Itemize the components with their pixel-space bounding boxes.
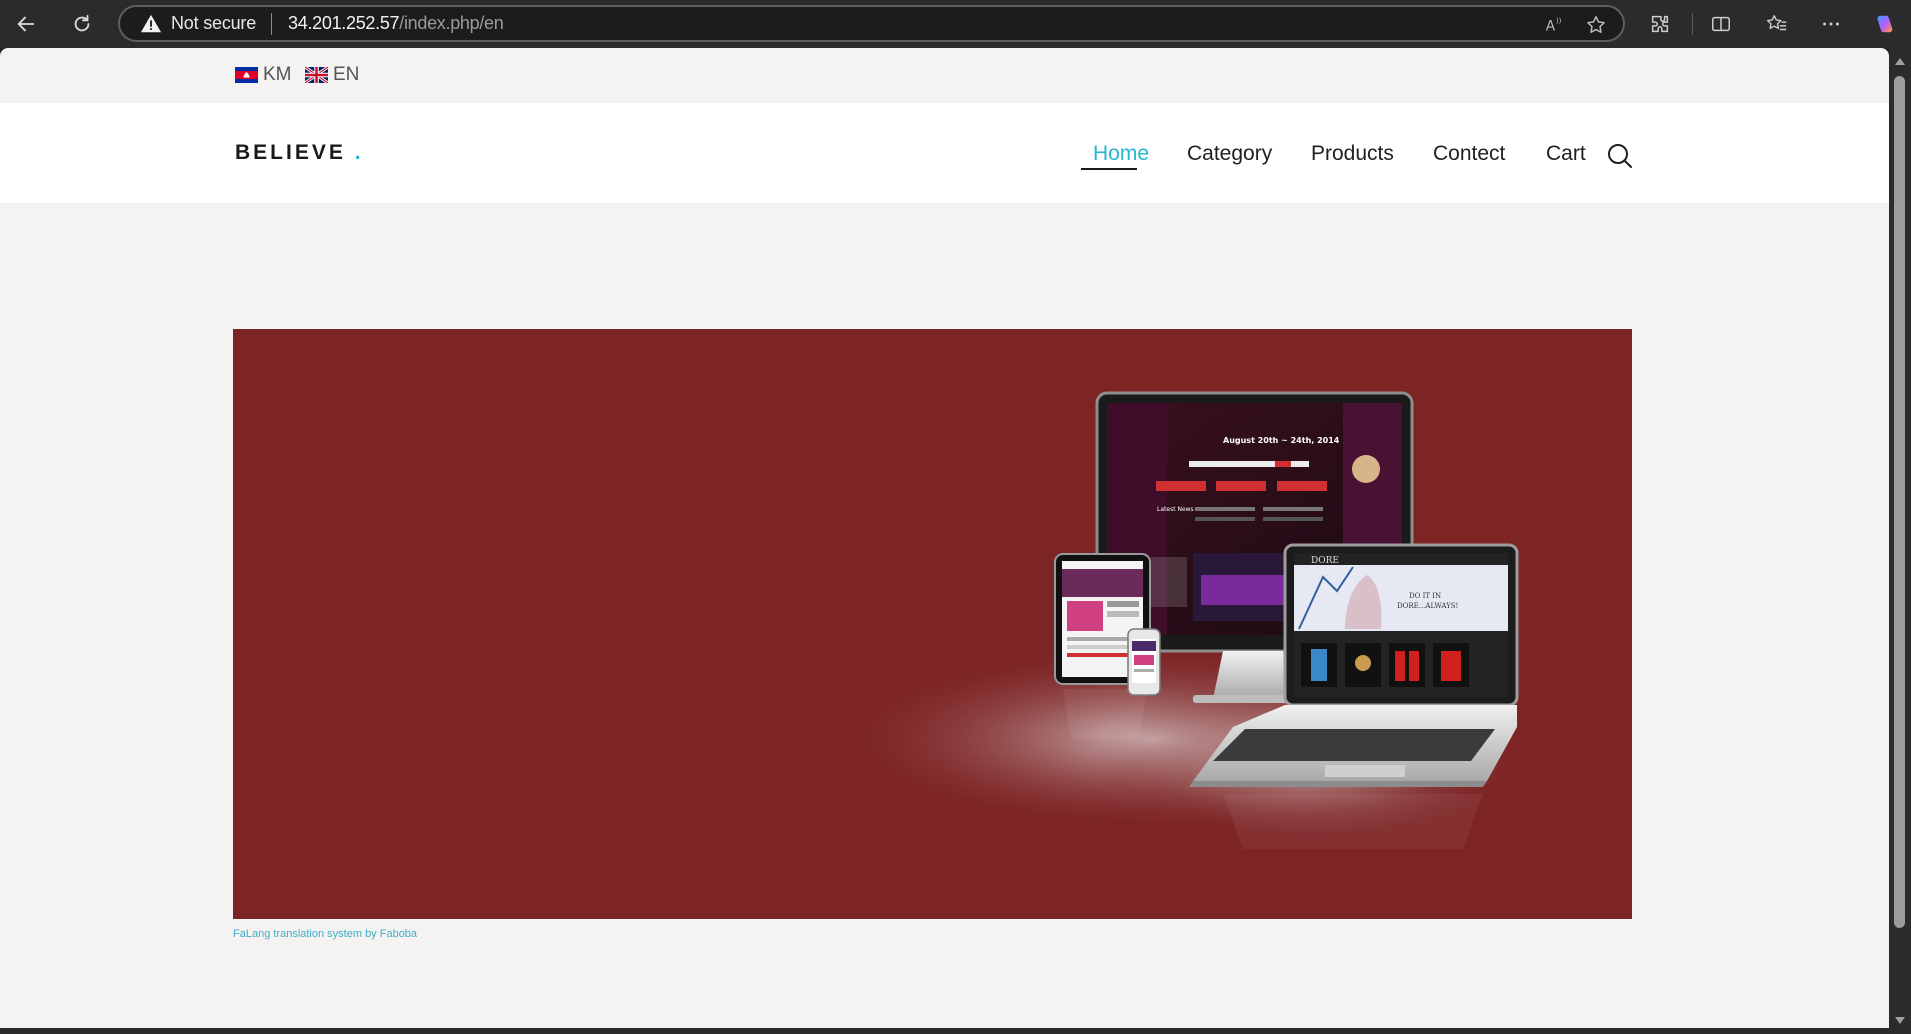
split-screen-icon[interactable] [1706,9,1736,39]
nav-home[interactable]: Home [1093,142,1149,166]
address-actions: A)) [1541,12,1609,38]
monitor-section: Latest News [1157,506,1194,513]
security-status[interactable]: Not secure [171,13,256,34]
footer-credit-link[interactable]: FaLang translation system by Faboba [233,928,417,940]
language-en-link[interactable]: EN [305,64,359,86]
favorite-star-icon[interactable] [1583,12,1609,38]
logo-text: BELIEVE [235,141,346,164]
reload-icon [74,14,90,32]
site-logo[interactable]: BELIEVE . [235,141,364,165]
logo-dot: . [354,141,364,164]
nav-contact[interactable]: Contect [1433,142,1505,166]
toolbar-separator [1692,13,1693,35]
address-bar[interactable]: Not secure 34.201.252.57/index.php/en A)… [118,5,1625,42]
reload-button[interactable] [66,8,98,40]
nav-products[interactable]: Products [1311,142,1394,166]
scroll-thumb[interactable] [1894,76,1905,928]
url-path: /index.php/en [399,13,504,33]
favorites-icon[interactable] [1762,9,1792,39]
phone-device [1127,628,1161,696]
scroll-up-arrow-icon[interactable] [1895,58,1905,65]
language-km-label: KM [263,64,292,85]
svg-text:A: A [1546,19,1556,35]
nav-cart[interactable]: Cart [1546,142,1586,166]
laptop-tagline-2: DORE...ALWAYS! [1397,602,1458,610]
cambodia-flag-icon [235,67,258,83]
tablet-reflection [1063,689,1148,739]
search-icon[interactable] [1606,142,1634,170]
more-options-icon[interactable] [1816,9,1846,39]
warning-icon[interactable] [140,13,162,35]
laptop-reflection [1223,794,1483,849]
url-text[interactable]: 34.201.252.57/index.php/en [288,13,504,34]
browser-toolbar: Not secure 34.201.252.57/index.php/en A)… [0,0,1911,48]
scroll-down-arrow-icon[interactable] [1895,1017,1905,1024]
read-aloud-icon[interactable]: A)) [1541,12,1567,38]
address-separator [271,12,273,35]
language-en-label: EN [333,64,360,85]
back-arrow-icon [17,16,35,32]
nav-category[interactable]: Category [1187,142,1272,166]
extensions-icon[interactable] [1645,9,1675,39]
laptop-brand: DORE [1311,556,1339,566]
page-viewport: KM EN BELIEVE . Home Category Products C… [0,48,1889,1028]
copilot-icon[interactable] [1869,9,1899,39]
page-scrollbar[interactable] [1889,48,1911,1034]
monitor-date: August 20th ~ 24th, 2014 [1223,436,1340,445]
language-km-link[interactable]: KM [235,64,292,86]
laptop-tagline-1: DO IT IN [1409,592,1441,600]
hero-banner: August 20th ~ 24th, 2014 Latest News DOR… [233,329,1632,919]
site-header: BELIEVE . Home Category Products Contect… [0,103,1889,203]
url-host: 34.201.252.57 [288,13,400,33]
responsive-devices-illustration: August 20th ~ 24th, 2014 Latest News DOR… [823,391,1533,849]
svg-text:)): )) [1556,16,1562,25]
nav-active-indicator [1081,168,1137,170]
back-button[interactable] [10,8,42,40]
uk-flag-icon [305,67,328,83]
window-bottom-edge [0,1028,1889,1034]
language-bar: KM EN [0,48,1889,103]
